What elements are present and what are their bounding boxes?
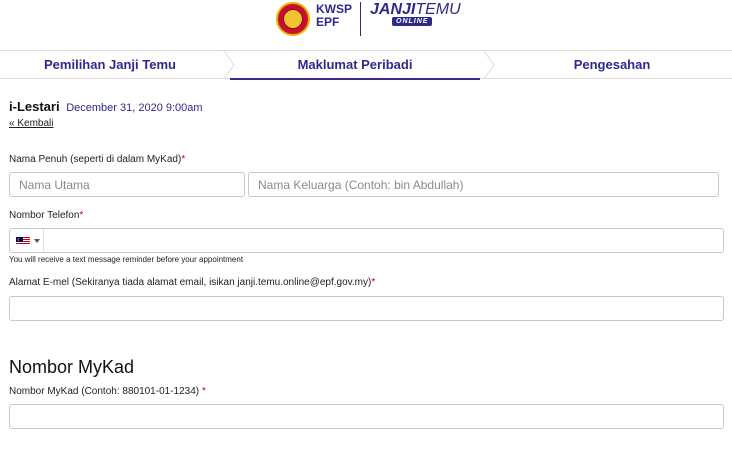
phone-input[interactable] — [9, 228, 724, 253]
mykad-label: Nombor MyKad (Contoh: 880101-01-1234) * — [9, 386, 206, 397]
janji-temu-logo: JANJITEMU ONLINE — [370, 1, 461, 31]
full-name-label-text: Nama Penuh (seperti di dalam MyKad) — [9, 154, 182, 165]
appointment-summary: i-Lestari December 31, 2020 9:00am — [9, 99, 203, 114]
first-name-input[interactable] — [9, 172, 245, 197]
kwsp-logo-seal — [276, 2, 310, 36]
step-pemilihan-janji-temu[interactable]: Pemilihan Janji Temu — [0, 51, 220, 78]
malaysia-flag-icon — [16, 237, 30, 245]
chevron-down-icon — [34, 239, 40, 243]
back-link[interactable]: « Kembali — [9, 118, 53, 129]
online-badge: ONLINE — [392, 17, 433, 26]
required-asterisk: * — [79, 210, 84, 221]
janji-label: JANJI — [370, 1, 416, 18]
appointment-date: December 31, 2020 9:00am — [66, 102, 203, 114]
header: KWSP EPF JANJITEMU ONLINE — [0, 0, 732, 50]
email-input[interactable] — [9, 296, 724, 321]
step-pengesahan[interactable]: Pengesahan — [492, 51, 732, 78]
epf-label: EPF — [316, 15, 340, 29]
mykad-input[interactable] — [9, 404, 724, 429]
mykad-section-heading: Nombor MyKad — [9, 357, 135, 377]
progress-steps: Pemilihan Janji Temu Maklumat Peribadi P… — [0, 50, 732, 80]
email-label: Alamat E-mel (Sekiranya tiada alamat ema… — [9, 277, 375, 288]
kwsp-logo-text: KWSP EPF — [316, 3, 352, 29]
phone-label-text: Nombor Telefon — [9, 210, 80, 221]
last-name-input[interactable] — [248, 172, 719, 197]
required-asterisk: * — [201, 386, 206, 397]
full-name-label: Nama Penuh (seperti di dalam MyKad)* — [9, 154, 185, 165]
temu-label: TEMU — [415, 1, 461, 18]
phone-label: Nombor Telefon* — [9, 210, 83, 221]
mykad-label-text: Nombor MyKad (Contoh: 880101-01-1234) — [9, 386, 202, 397]
required-asterisk: * — [181, 154, 186, 165]
step-maklumat-peribadi[interactable]: Maklumat Peribadi — [230, 51, 480, 80]
country-code-selector[interactable] — [10, 229, 44, 252]
phone-helper-text: You will receive a text message reminder… — [9, 255, 244, 264]
required-asterisk: * — [371, 277, 376, 288]
appointment-title: i-Lestari — [9, 99, 60, 114]
email-label-text: Alamat E-mel (Sekiranya tiada alamat ema… — [9, 277, 372, 288]
logo-divider — [360, 2, 361, 36]
